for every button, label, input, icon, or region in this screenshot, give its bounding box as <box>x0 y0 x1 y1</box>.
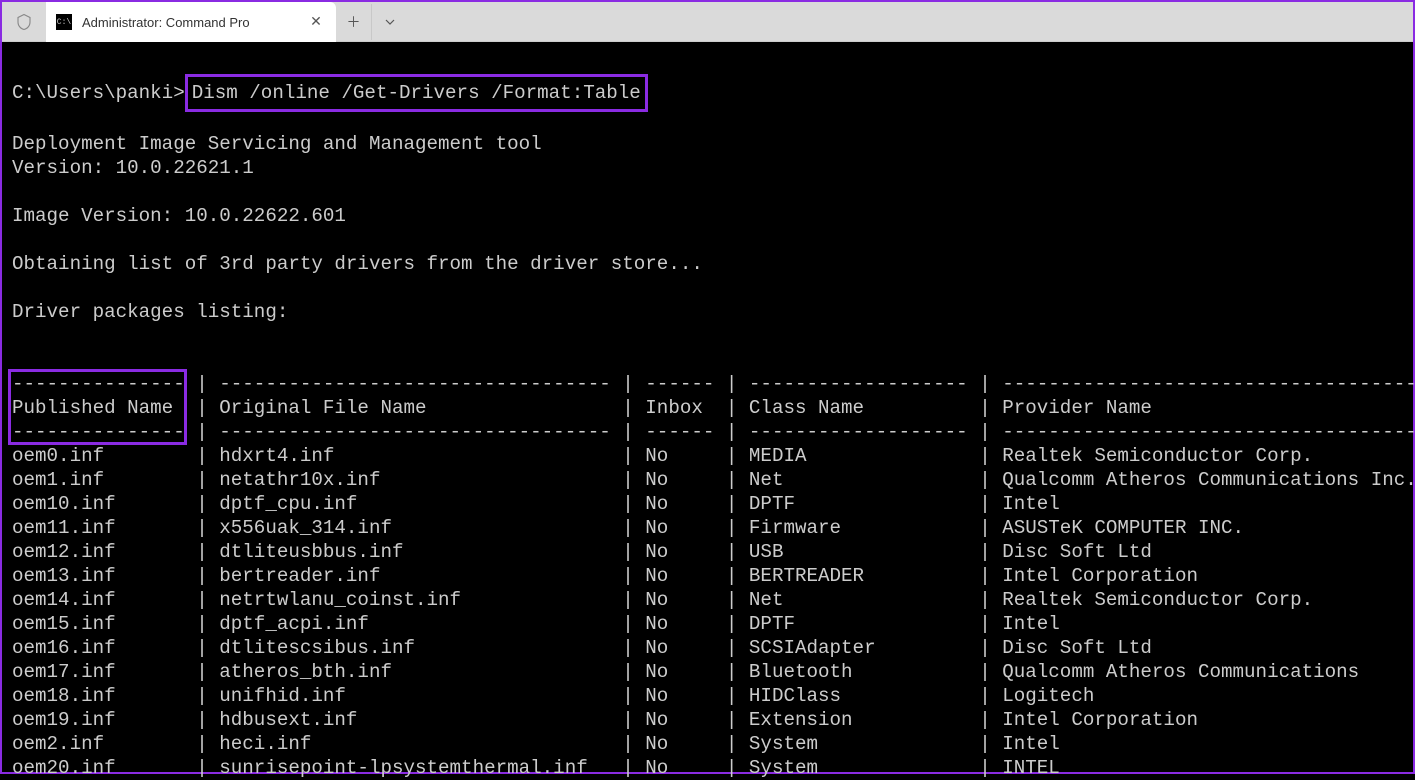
tool-version-line: Version: 10.0.22621.1 <box>12 156 1413 180</box>
driver-table: --------------- | ----------------------… <box>2 372 1413 780</box>
table-row: oem15.inf | dptf_acpi.inf | No | DPTF | … <box>12 612 1413 636</box>
table-row: oem18.inf | unifhid.inf | No | HIDClass … <box>12 684 1413 708</box>
table-header-row: Published Name | Original File Name | In… <box>12 396 1413 420</box>
prompt-line: C:\Users\panki> Dism /online /Get-Drivers… <box>12 78 1413 108</box>
shield-icon <box>2 2 46 41</box>
cmd-icon: C:\ <box>56 14 72 30</box>
table-row: oem17.inf | atheros_bth.inf | No | Bluet… <box>12 660 1413 684</box>
table-row: oem16.inf | dtlitescsibus.inf | No | SCS… <box>12 636 1413 660</box>
blank-line <box>12 228 1413 252</box>
terminal-output[interactable]: C:\Users\panki> Dism /online /Get-Drivers… <box>2 42 1413 772</box>
close-icon[interactable]: ✕ <box>306 12 326 32</box>
table-divider-top: --------------- | ----------------------… <box>12 372 1413 396</box>
blank-line <box>12 348 1413 372</box>
table-row: oem12.inf | dtliteusbbus.inf | No | USB … <box>12 540 1413 564</box>
tool-header-line: Deployment Image Servicing and Managemen… <box>12 132 1413 156</box>
table-row: oem0.inf | hdxrt4.inf | No | MEDIA | Rea… <box>12 444 1413 468</box>
command-text: Dism /online /Get-Drivers /Format:Table <box>192 82 641 104</box>
table-row: oem13.inf | bertreader.inf | No | BERTRE… <box>12 564 1413 588</box>
image-version-line: Image Version: 10.0.22622.601 <box>12 204 1413 228</box>
tab-dropdown-button[interactable] <box>372 4 408 40</box>
prompt-path: C:\Users\panki> <box>12 82 185 104</box>
table-row: oem19.inf | hdbusext.inf | No | Extensio… <box>12 708 1413 732</box>
obtaining-line: Obtaining list of 3rd party drivers from… <box>12 252 1413 276</box>
command-highlight: Dism /online /Get-Drivers /Format:Table <box>185 74 648 112</box>
listing-line: Driver packages listing: <box>12 300 1413 324</box>
new-tab-button[interactable]: ＋ <box>336 4 372 40</box>
published-name-highlight <box>8 369 187 445</box>
blank-line <box>12 180 1413 204</box>
tab-title: Administrator: Command Pro <box>82 15 306 30</box>
table-row: oem11.inf | x556uak_314.inf | No | Firmw… <box>12 516 1413 540</box>
table-row: oem2.inf | heci.inf | No | System | Inte… <box>12 732 1413 756</box>
table-row: oem10.inf | dptf_cpu.inf | No | DPTF | I… <box>12 492 1413 516</box>
titlebar: C:\ Administrator: Command Pro ✕ ＋ <box>2 2 1413 42</box>
tab-controls: ＋ <box>336 2 408 41</box>
active-tab[interactable]: C:\ Administrator: Command Pro ✕ <box>46 2 336 42</box>
table-row: oem14.inf | netrtwlanu_coinst.inf | No |… <box>12 588 1413 612</box>
table-row: oem20.inf | sunrisepoint-lpsystemthermal… <box>12 756 1413 780</box>
blank-line <box>12 276 1413 300</box>
table-row: oem1.inf | netathr10x.inf | No | Net | Q… <box>12 468 1413 492</box>
table-divider-bottom: --------------- | ----------------------… <box>12 420 1413 444</box>
blank-line <box>12 324 1413 348</box>
